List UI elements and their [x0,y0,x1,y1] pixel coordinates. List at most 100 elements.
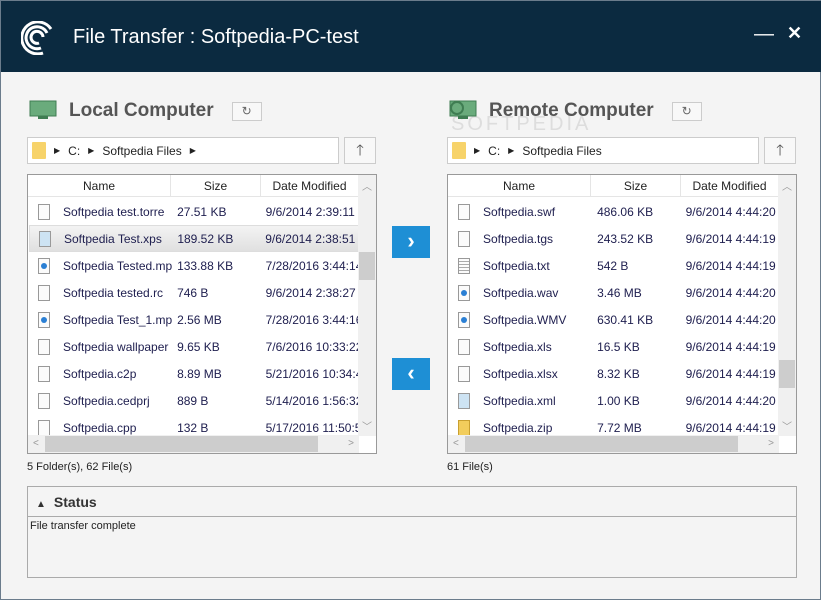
crumb[interactable]: C: [488,144,500,158]
file-name: Softpedia.tgs [483,231,554,246]
close-button[interactable]: ✕ [787,23,802,44]
file-row[interactable]: Softpedia.xlsx 8.32 KB 9/6/2014 4:44:19 [449,360,779,387]
column-size[interactable]: Size [171,175,261,196]
file-size: 189.52 KB [177,231,234,246]
file-row[interactable]: Softpedia.wav 3.46 MB 9/6/2014 4:44:20 [449,279,779,306]
column-headers: Name Size Date Modified [28,175,359,197]
file-row[interactable]: Softpedia wallpaper 9.65 KB 7/6/2016 10:… [29,333,359,360]
scroll-thumb[interactable] [779,360,795,389]
file-date: 5/14/2016 1:56:32 [265,393,359,408]
column-headers: Name Size Date Modified [448,175,779,197]
crumb[interactable]: Softpedia Files [522,144,601,158]
vertical-scrollbar[interactable]: ︿ ﹀ [358,175,376,436]
vertical-scrollbar[interactable]: ︿ ﹀ [778,175,796,436]
file-file-icon [458,365,470,382]
remote-refresh-button[interactable]: ↻ [671,101,702,121]
file-size: 889 B [177,393,209,408]
remote-breadcrumb[interactable]: ▶ C: ▶ Softpedia Files [447,137,759,164]
file-file-icon [38,338,50,355]
remote-file-list[interactable]: Name Size Date Modified Softpedia.swf 48… [447,174,797,454]
local-up-button[interactable]: 🡑 [344,137,376,164]
media-file-icon [38,311,50,328]
local-file-list[interactable]: Name Size Date Modified Softpedia test.t… [27,174,377,454]
scroll-thumb[interactable] [45,436,318,452]
folder-icon [452,142,466,159]
collapse-icon: ▲ [36,499,46,510]
file-row[interactable]: Softpedia.txt 542 B 9/6/2014 4:44:19 [449,252,779,279]
file-row[interactable]: Softpedia Test_1.mp 2.56 MB 7/28/2016 3:… [29,306,359,333]
scroll-left-icon[interactable]: < [33,438,39,449]
remote-summary: 61 File(s) [447,461,493,473]
local-refresh-button[interactable]: ↻ [231,101,262,121]
file-date: 9/6/2014 4:44:20 [685,204,776,219]
scroll-down-icon[interactable]: ﹀ [782,418,792,433]
remote-computer-icon [449,100,477,119]
file-size: 2.56 MB [177,312,222,327]
local-header: Local Computer ↻ [29,100,262,122]
crumb[interactable]: C: [68,144,80,158]
scroll-right-icon[interactable]: > [348,438,354,449]
scroll-thumb[interactable] [359,252,375,281]
file-name: Softpedia Tested.mp [63,258,173,273]
file-name: Softpedia.xls [483,339,552,354]
file-name: Softpedia tested.rc [63,285,164,300]
file-size: 542 B [597,258,629,273]
horizontal-scrollbar[interactable]: < > [448,435,779,453]
horizontal-scrollbar[interactable]: < > [28,435,359,453]
media-file-icon [38,257,50,274]
file-name: Softpedia Test_1.mp [63,312,173,327]
column-name[interactable]: Name [448,175,591,196]
file-date: 7/6/2016 10:33:22 [265,339,359,354]
scroll-up-icon[interactable]: ︿ [782,178,792,193]
zip-file-icon [458,419,470,436]
minimize-button[interactable]: — [754,23,774,46]
column-date[interactable]: Date Modified [261,175,359,196]
file-row[interactable]: Softpedia.swf 486.06 KB 9/6/2014 4:44:20 [449,198,779,225]
file-row[interactable]: Softpedia.WMV 630.41 KB 9/6/2014 4:44:20 [449,306,779,333]
scroll-down-icon[interactable]: ﹀ [362,418,372,433]
column-date[interactable]: Date Modified [681,175,779,196]
file-size: 27.51 KB [177,204,227,219]
column-size[interactable]: Size [591,175,681,196]
file-size: 8.32 KB [597,366,640,381]
file-row[interactable]: Softpedia tested.rc 746 B 9/6/2014 2:38:… [29,279,359,306]
file-row[interactable]: Softpedia.xls 16.5 KB 9/6/2014 4:44:19 [449,333,779,360]
file-file-icon [38,203,50,220]
img-file-icon [458,392,470,409]
column-name[interactable]: Name [28,175,171,196]
scroll-left-icon[interactable]: < [453,438,459,449]
file-date: 7/28/2016 3:44:14 [265,258,359,273]
file-date: 9/6/2014 4:44:19 [685,366,776,381]
local-title: Local Computer [69,100,214,121]
status-header[interactable]: ▲ Status [28,487,796,517]
media-file-icon [458,311,470,328]
crumb[interactable]: Softpedia Files [102,144,181,158]
file-row[interactable]: Softpedia.cedprj 889 B 5/14/2016 1:56:32 [29,387,359,414]
remote-header: Remote Computer ↻ [449,100,702,122]
file-date: 9/6/2014 4:44:20 [685,285,776,300]
file-file-icon [38,284,50,301]
file-size: 7.72 MB [597,420,642,435]
local-breadcrumb[interactable]: ▶ C: ▶ Softpedia Files ▶ [27,137,339,164]
file-file-icon [458,338,470,355]
file-name: Softpedia.wav [483,285,559,300]
file-size: 243.52 KB [597,231,654,246]
file-date: 5/17/2016 11:50:5 [265,420,359,435]
file-size: 16.5 KB [597,339,640,354]
file-row[interactable]: Softpedia.tgs 243.52 KB 9/6/2014 4:44:19 [449,225,779,252]
scroll-up-icon[interactable]: ︿ [362,178,372,193]
file-size: 1.00 KB [597,393,640,408]
file-row[interactable]: Softpedia.xml 1.00 KB 9/6/2014 4:44:20 [449,387,779,414]
file-row[interactable]: Softpedia Tested.mp 133.88 KB 7/28/2016 … [29,252,359,279]
file-row[interactable]: Softpedia.c2p 8.89 MB 5/21/2016 10:34:4 [29,360,359,387]
scroll-thumb[interactable] [465,436,738,452]
file-size: 132 B [177,420,209,435]
file-row[interactable]: Softpedia Test.xps 189.52 KB 9/6/2014 2:… [29,225,359,252]
upload-button[interactable]: › [392,226,430,258]
file-name: Softpedia.cpp [63,420,137,435]
file-row[interactable]: Softpedia test.torre 27.51 KB 9/6/2014 2… [29,198,359,225]
scroll-right-icon[interactable]: > [768,438,774,449]
download-button[interactable]: ‹ [392,358,430,390]
remote-up-button[interactable]: 🡑 [764,137,796,164]
file-name: Softpedia.WMV [483,312,567,327]
